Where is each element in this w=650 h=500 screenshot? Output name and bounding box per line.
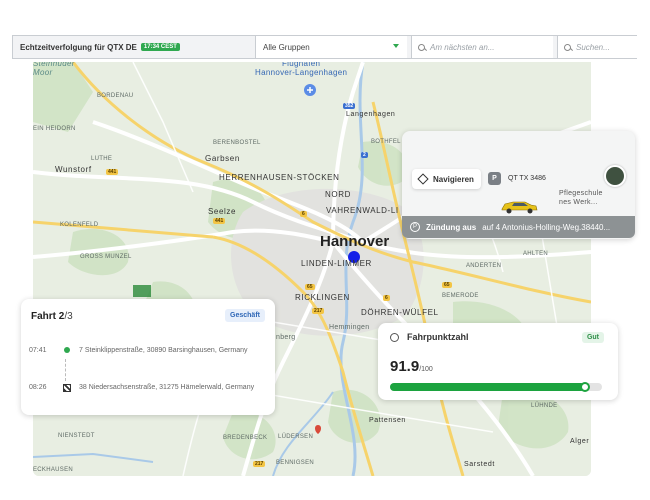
stop-address: 7 Steinklippenstraße, 30890 Barsinghause… <box>79 347 248 354</box>
score-progress-fill <box>390 383 585 391</box>
tracking-toolbar: Echtzeitverfolgung für QTX DE 17:34 CEST… <box>12 35 637 59</box>
chevron-down-icon <box>393 44 399 48</box>
time-badge: 17:34 CEST <box>140 43 180 51</box>
map-label-bemerode: BEMERODE <box>442 293 479 299</box>
map-label-seelze: Seelze <box>208 207 237 216</box>
fleet-tracking-page: Echtzeitverfolgung für QTX DE 17:34 CEST… <box>0 0 650 500</box>
nearest-to-input[interactable]: Am nächsten an... <box>411 36 553 58</box>
map-label-ahlten: AHLTEN <box>523 251 549 257</box>
map-label-bredenbeck: BREDENBECK <box>223 435 268 441</box>
map-label-pattensen: Pattensen <box>369 417 406 424</box>
road-shield: 65 <box>442 282 452 288</box>
road-shield: 6 <box>300 211 307 217</box>
group-select-value: Alle Gruppen <box>263 42 310 52</box>
map-label-doehren: DÖHREN-WÜLFEL <box>361 308 439 317</box>
start-dot-icon <box>64 347 70 353</box>
page-title: Echtzeitverfolgung für QTX DE 17:34 CEST <box>13 36 255 58</box>
map-label-gross-munzel: GROSS MUNZEL <box>80 254 132 260</box>
navigation-icon <box>417 173 429 185</box>
map-label-sarstedt: Sarstedt <box>464 461 495 468</box>
map-label-linden-limmer: LINDEN-LIMMER <box>301 259 372 268</box>
map-label-luthe: LUTHE <box>91 156 113 162</box>
score-value: 91.9/100 <box>390 358 433 375</box>
speedometer-icon <box>390 332 399 342</box>
map-label-niensted: NIENSTEDT <box>58 433 95 439</box>
road-shield: 217 <box>312 308 325 314</box>
driving-score-card: Fahrpunktzahl Gut 91.9/100 <box>378 323 618 400</box>
map-label-anderten: ANDERTEN <box>466 263 502 269</box>
map-label-kolenfeld: KOLENFELD <box>60 222 99 228</box>
vehicle-identifier[interactable]: P QT TX 3486 <box>488 172 546 185</box>
score-title: Fahrpunktzahl <box>390 332 469 342</box>
finish-flag-icon <box>63 384 71 392</box>
title-text: Echtzeitverfolgung für QTX DE <box>20 42 137 52</box>
road-shield: 217 <box>253 461 266 467</box>
map-label-vahrenwald: VAHRENWALD-LI <box>326 206 399 215</box>
map-label-bordenau: BORDENAU <box>97 93 134 99</box>
map-label-ricklingen: RICKLINGEN <box>295 293 350 302</box>
map-label-pflegeschule: Pflegeschule nes Werk... <box>559 190 603 206</box>
map-label-luehnde: LÜHNDE <box>531 403 558 409</box>
score-progress-knob <box>579 382 590 392</box>
map-label-steinhuder-moor: Steinhuder Moor <box>33 62 75 77</box>
search-input[interactable]: Suchen... <box>557 36 637 58</box>
map-label-ronnenberg: nberg <box>276 334 296 341</box>
map-label-langenhagen: Langenhagen <box>346 111 396 118</box>
trip-stop[interactable]: 07:41 7 Steinklippenstraße, 30890 Barsin… <box>29 347 259 356</box>
map-label-bothfeld: BOTHFEL <box>371 139 401 145</box>
motorway-shield: 352 <box>343 103 356 109</box>
trip-stop[interactable]: 08:26 38 Niedersachsenstraße, 31275 Häme… <box>29 384 259 393</box>
score-progress-bar <box>390 382 602 392</box>
score-title-text: Fahrpunktzahl <box>407 332 469 342</box>
map-label-hannover: Hannover <box>320 233 390 250</box>
parking-icon: P <box>488 172 501 185</box>
trip-card: Fahrt 2/3 Geschäft 07:41 7 Steinklippens… <box>21 299 275 415</box>
trip-label: Fahrt <box>31 311 56 322</box>
road-shield: 65 <box>305 284 315 290</box>
group-select[interactable]: Alle Gruppen <box>255 36 407 58</box>
map-label-airport: Flughafen Hannover-Langenhagen <box>255 62 348 77</box>
vehicle-id-text: QT TX 3486 <box>508 175 546 182</box>
score-rating-badge: Gut <box>581 332 604 343</box>
map-label-garbsen: Garbsen <box>205 154 240 163</box>
trip-category-badge[interactable]: Geschäft <box>225 309 265 322</box>
nearest-to-placeholder: Am nächsten an... <box>430 42 495 52</box>
trip-total-number: /3 <box>64 311 73 322</box>
navigate-label: Navigieren <box>433 174 474 184</box>
ignition-status-bar: P Zündung aus auf 4 Antonius-Holling-Weg… <box>402 216 635 238</box>
map-label-hemmingen: Hemmingen <box>329 324 370 331</box>
stop-time: 07:41 <box>29 347 47 354</box>
map-label-berenbostel: BERENBOSTEL <box>213 140 261 146</box>
search-placeholder: Suchen... <box>576 42 610 52</box>
road-shield: 441 <box>106 169 119 175</box>
trip-title: Fahrt 2/3 <box>31 311 73 322</box>
search-icon <box>418 43 425 51</box>
map-label-luedersen: LÜDERSEN <box>278 434 314 440</box>
map-label-heidorn: EIN HEIDORN <box>33 126 76 132</box>
stop-address: 38 Niedersachsenstraße, 31275 Hämelerwal… <box>79 384 255 391</box>
score-number: 91.9 <box>390 358 420 375</box>
score-max: /100 <box>419 366 433 373</box>
ignition-location: auf 4 Antonius-Holling-Weg.38440... <box>482 222 611 232</box>
map-label-algermissen: Alger <box>570 438 590 445</box>
motorway-shield: 2 <box>361 152 368 158</box>
vehicle-popup: Navigieren P QT TX 3486 Pflegeschule nes… <box>402 131 635 239</box>
road-shield: 441 <box>213 218 226 224</box>
search-icon <box>564 43 571 51</box>
driver-avatar[interactable] <box>604 165 626 187</box>
road-shield: 6 <box>383 295 390 301</box>
map-label-eckhausen: ECKHAUSEN <box>33 467 74 473</box>
map-label-nord: NORD <box>325 190 351 199</box>
parking-icon: P <box>410 222 420 232</box>
map-label-bennigsen: BENNIGSEN <box>276 460 315 466</box>
ignition-status: Zündung aus <box>426 222 477 232</box>
map-label-herrenhausen: HERRENHAUSEN-STÖCKEN <box>219 173 340 182</box>
stop-time: 08:26 <box>29 384 47 391</box>
route-connector <box>65 359 66 381</box>
navigate-button[interactable]: Navigieren <box>412 169 481 189</box>
map-label-wunstorf: Wunstorf <box>55 165 92 174</box>
car-icon[interactable] <box>499 199 539 215</box>
